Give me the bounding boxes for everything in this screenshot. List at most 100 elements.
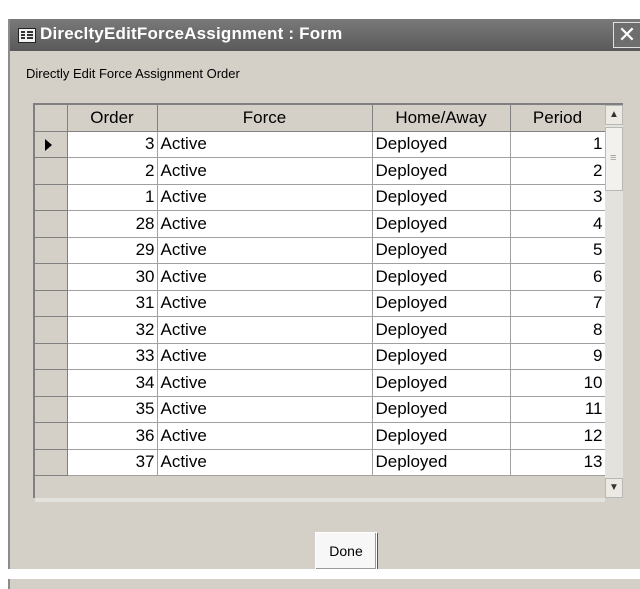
close-button[interactable]: ✕ (613, 22, 640, 48)
cell-home-away[interactable]: Deployed (372, 184, 511, 211)
cell-home-away[interactable]: Deployed (372, 290, 511, 317)
record-selector[interactable] (35, 210, 68, 238)
table-row[interactable]: 36 Active Deployed 12 (35, 422, 606, 450)
cell-force[interactable]: Active (157, 131, 373, 158)
corner-cell[interactable] (35, 105, 68, 132)
cell-home-away[interactable]: Deployed (372, 422, 511, 450)
cell-period[interactable]: 8 (510, 316, 606, 344)
cell-force[interactable]: Active (157, 290, 373, 317)
table-row[interactable]: 30 Active Deployed 6 (35, 263, 606, 291)
cell-period[interactable]: 12 (510, 422, 606, 450)
cell-force[interactable]: Active (157, 316, 373, 344)
table-row[interactable]: 29 Active Deployed 5 (35, 237, 606, 264)
cell-home-away[interactable]: Deployed (372, 157, 511, 185)
cell-force[interactable]: Active (157, 369, 373, 397)
scroll-down-arrow-icon[interactable]: ▼ (605, 478, 623, 498)
cell-home-away[interactable]: Deployed (372, 316, 511, 344)
done-button[interactable]: Done (315, 532, 377, 570)
cell-order[interactable]: 36 (67, 422, 158, 450)
table-row[interactable]: 34 Active Deployed 10 (35, 369, 606, 397)
cell-force[interactable]: Active (157, 422, 373, 450)
cell-home-away[interactable]: Deployed (372, 449, 511, 476)
record-selector[interactable] (35, 343, 68, 370)
column-header-period[interactable]: Period (510, 105, 606, 132)
cell-order[interactable]: 33 (67, 343, 158, 370)
cell-period[interactable]: 2 (510, 157, 606, 185)
table-row[interactable]: 28 Active Deployed 4 (35, 210, 606, 238)
cell-home-away[interactable]: Deployed (372, 210, 511, 238)
window-title: DirecltyEditForceAssignment : Form (40, 24, 343, 43)
record-selector[interactable] (35, 422, 68, 450)
record-selector[interactable] (35, 263, 68, 291)
table-row[interactable]: 3 Active Deployed 1 (35, 131, 606, 158)
scroll-up-arrow-icon[interactable]: ▲ (605, 105, 623, 125)
cell-period[interactable]: 6 (510, 263, 606, 291)
column-header-order[interactable]: Order (67, 105, 158, 132)
cell-period[interactable]: 13 (510, 449, 606, 476)
cell-order[interactable]: 1 (67, 184, 158, 211)
form-caption: Directly Edit Force Assignment Order (26, 66, 240, 81)
record-selector[interactable] (35, 369, 68, 397)
cell-order[interactable]: 32 (67, 316, 158, 344)
cell-period[interactable]: 10 (510, 369, 606, 397)
table-row[interactable]: 32 Active Deployed 8 (35, 316, 606, 344)
cell-order[interactable]: 35 (67, 396, 158, 423)
form-icon (18, 28, 36, 43)
cell-order[interactable]: 31 (67, 290, 158, 317)
table-row[interactable]: 1 Active Deployed 3 (35, 184, 606, 211)
cell-period[interactable]: 3 (510, 184, 606, 211)
cell-force[interactable]: Active (157, 157, 373, 185)
table-row[interactable]: 37 Active Deployed 13 (35, 449, 606, 476)
column-header-home-away[interactable]: Home/Away (372, 105, 511, 132)
cell-order[interactable]: 2 (67, 157, 158, 185)
cell-order[interactable]: 34 (67, 369, 158, 397)
title-bar[interactable]: DirecltyEditForceAssignment : Form ✕ (10, 19, 640, 51)
current-record-arrow-icon (45, 138, 52, 151)
page-bottom-edge (0, 569, 640, 579)
table-row[interactable]: 35 Active Deployed 11 (35, 396, 606, 423)
record-selector[interactable] (35, 449, 68, 476)
column-header-force[interactable]: Force (157, 105, 373, 132)
cell-period[interactable]: 7 (510, 290, 606, 317)
record-selector[interactable] (35, 131, 68, 158)
vertical-scrollbar[interactable]: ▲ ▼ (605, 105, 623, 498)
cell-force[interactable]: Active (157, 396, 373, 423)
record-selector[interactable] (35, 237, 68, 264)
form-window: DirecltyEditForceAssignment : Form ✕ Dir… (8, 19, 640, 589)
cell-force[interactable]: Active (157, 184, 373, 211)
cell-home-away[interactable]: Deployed (372, 369, 511, 397)
table-row[interactable]: 2 Active Deployed 2 (35, 157, 606, 185)
cell-home-away[interactable]: Deployed (372, 131, 511, 158)
cell-force[interactable]: Active (157, 210, 373, 238)
cell-home-away[interactable]: Deployed (372, 396, 511, 423)
cell-force[interactable]: Active (157, 263, 373, 291)
cell-home-away[interactable]: Deployed (372, 343, 511, 370)
record-selector[interactable] (35, 157, 68, 185)
cell-period[interactable]: 9 (510, 343, 606, 370)
cell-period[interactable]: 11 (510, 396, 606, 423)
cell-force[interactable]: Active (157, 237, 373, 264)
datasheet: Order Force Home/Away Period 3 Active Depl… (33, 103, 623, 502)
table-row[interactable]: 31 Active Deployed 7 (35, 290, 606, 317)
cell-period[interactable]: 1 (510, 131, 606, 158)
record-selector[interactable] (35, 316, 68, 344)
cell-order[interactable]: 37 (67, 449, 158, 476)
cell-period[interactable]: 5 (510, 237, 606, 264)
cell-force[interactable]: Active (157, 343, 373, 370)
cell-order[interactable]: 3 (67, 131, 158, 158)
record-selector[interactable] (35, 396, 68, 423)
cell-order[interactable]: 30 (67, 263, 158, 291)
table-row[interactable]: 33 Active Deployed 9 (35, 343, 606, 370)
cell-force[interactable]: Active (157, 449, 373, 476)
cell-order[interactable]: 29 (67, 237, 158, 264)
record-selector[interactable] (35, 290, 68, 317)
horizontal-scroll-area (35, 498, 605, 502)
scroll-thumb[interactable] (605, 127, 623, 191)
cell-home-away[interactable]: Deployed (372, 237, 511, 264)
cell-home-away[interactable]: Deployed (372, 263, 511, 291)
cell-order[interactable]: 28 (67, 210, 158, 238)
assignment-table: Order Force Home/Away Period 3 Active Depl… (35, 105, 606, 476)
record-selector[interactable] (35, 184, 68, 211)
header-row: Order Force Home/Away Period (35, 105, 606, 132)
cell-period[interactable]: 4 (510, 210, 606, 238)
